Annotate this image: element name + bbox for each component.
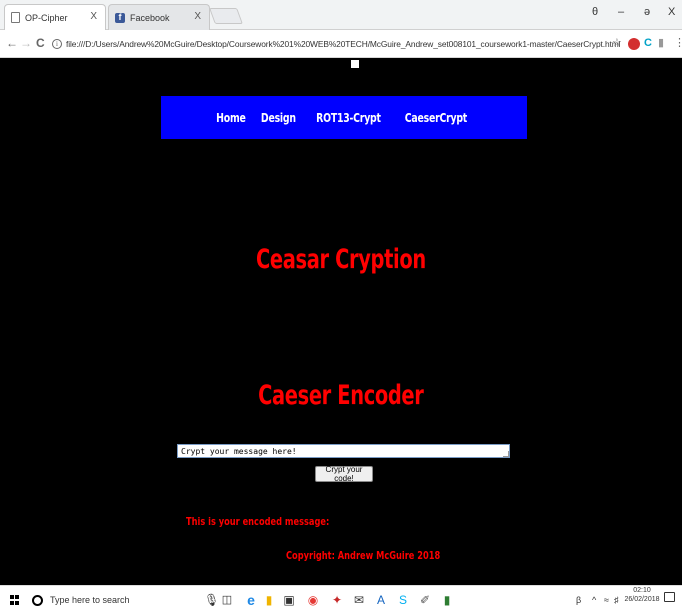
close-tab-icon[interactable]: X bbox=[194, 11, 201, 22]
document-icon bbox=[11, 12, 20, 23]
clock-date: 26/02/2018 bbox=[624, 596, 660, 603]
address-bar[interactable]: i file:///D:/Users/Andrew%20McGuire/Desk… bbox=[52, 34, 648, 54]
adblock-icon[interactable] bbox=[628, 38, 640, 50]
page-title: Ceasar Cryption bbox=[256, 244, 426, 275]
crypt-button[interactable]: Crypt your code! bbox=[315, 465, 373, 483]
microphone-icon[interactable]: 🎙 bbox=[204, 593, 219, 607]
wifi-icon[interactable]: ≈ bbox=[604, 595, 609, 605]
facebook-icon: f bbox=[115, 12, 125, 23]
copyright-text: Copyright: Andrew McGuire 2018 bbox=[286, 549, 441, 562]
nav-caeser-crypt[interactable]: CaeserCrypt bbox=[405, 111, 467, 125]
new-tab-button[interactable] bbox=[209, 8, 243, 24]
bookmark-star-icon[interactable]: ☆ bbox=[612, 38, 622, 49]
skype-icon[interactable]: S bbox=[396, 593, 410, 607]
tray-chevron-icon[interactable]: ^ bbox=[592, 595, 596, 605]
tab-facebook[interactable]: f Facebook X bbox=[108, 4, 210, 30]
reload-button[interactable]: C bbox=[36, 36, 45, 50]
paint-icon[interactable]: ✐ bbox=[418, 593, 432, 607]
file-explorer-icon[interactable]: ▮ bbox=[262, 593, 276, 607]
encoder-heading: Caeser Encoder bbox=[258, 380, 424, 411]
minimize-button[interactable]: – bbox=[618, 6, 624, 18]
browser-toolbar: ← → C i file:///D:/Users/Andrew%20McGuir… bbox=[0, 30, 682, 58]
url-text[interactable]: file:///D:/Users/Andrew%20McGuire/Deskto… bbox=[66, 39, 620, 49]
info-icon[interactable]: i bbox=[52, 39, 62, 49]
profile-icon[interactable]: θ bbox=[592, 6, 598, 18]
message-input[interactable]: Crypt your message here! bbox=[177, 444, 510, 458]
back-button[interactable]: ← bbox=[6, 36, 18, 50]
store-icon[interactable]: ▣ bbox=[282, 593, 296, 607]
extension-icon[interactable]: C bbox=[644, 38, 652, 49]
windows-taskbar: Type here to search 🎙 ◫ e ▮ ▣ ◉ ✦ ✉ A S … bbox=[0, 585, 682, 613]
nav-rot13-crypt[interactable]: ROT13-Crypt bbox=[316, 111, 381, 125]
app-a-icon[interactable]: A bbox=[374, 593, 388, 607]
tab-title: OP-Cipher bbox=[25, 12, 68, 23]
volume-icon[interactable]: ♯ bbox=[614, 595, 619, 605]
notification-icon[interactable] bbox=[664, 592, 675, 602]
windows-start-icon[interactable] bbox=[10, 595, 20, 605]
close-tab-icon[interactable]: X bbox=[90, 11, 97, 22]
close-window-button[interactable]: X bbox=[668, 6, 675, 18]
people-icon[interactable]: β bbox=[576, 595, 581, 605]
screen: OP-Cipher X f Facebook X θ – ə X ← → C i… bbox=[0, 0, 682, 613]
taskbar-search[interactable]: Type here to search bbox=[32, 587, 188, 613]
search-placeholder: Type here to search bbox=[50, 595, 130, 605]
tab-title: Facebook bbox=[130, 12, 170, 23]
restore-button[interactable]: ə bbox=[644, 6, 650, 18]
notepad-icon[interactable]: ▮ bbox=[440, 593, 454, 607]
top-marker bbox=[351, 60, 359, 68]
tab-strip: OP-Cipher X f Facebook X θ – ə X bbox=[0, 0, 682, 30]
edge-icon[interactable]: e bbox=[244, 593, 258, 607]
task-view-icon[interactable]: ◫ bbox=[220, 593, 234, 607]
site-navbar: Home Design ROT13-Crypt CaeserCrypt bbox=[161, 96, 527, 139]
taskbar-clock[interactable]: 02:10 26/02/2018 bbox=[624, 586, 660, 604]
nav-home[interactable]: Home bbox=[217, 111, 247, 125]
resize-handle[interactable] bbox=[503, 451, 509, 457]
menu-icon[interactable]: ⋮ bbox=[674, 38, 682, 49]
cortana-icon bbox=[32, 594, 43, 606]
chrome-icon[interactable]: ◉ bbox=[306, 593, 320, 607]
forward-button[interactable]: → bbox=[20, 36, 32, 50]
encoded-message-label: This is your encoded message: bbox=[186, 515, 330, 528]
extension-icon[interactable]: ▮ bbox=[658, 38, 664, 49]
clock-time: 02:10 bbox=[633, 587, 651, 594]
nav-design[interactable]: Design bbox=[261, 111, 296, 125]
app-icon[interactable]: ✦ bbox=[330, 593, 344, 607]
mail-icon[interactable]: ✉ bbox=[352, 593, 366, 607]
tab-op-cipher[interactable]: OP-Cipher X bbox=[4, 4, 106, 30]
